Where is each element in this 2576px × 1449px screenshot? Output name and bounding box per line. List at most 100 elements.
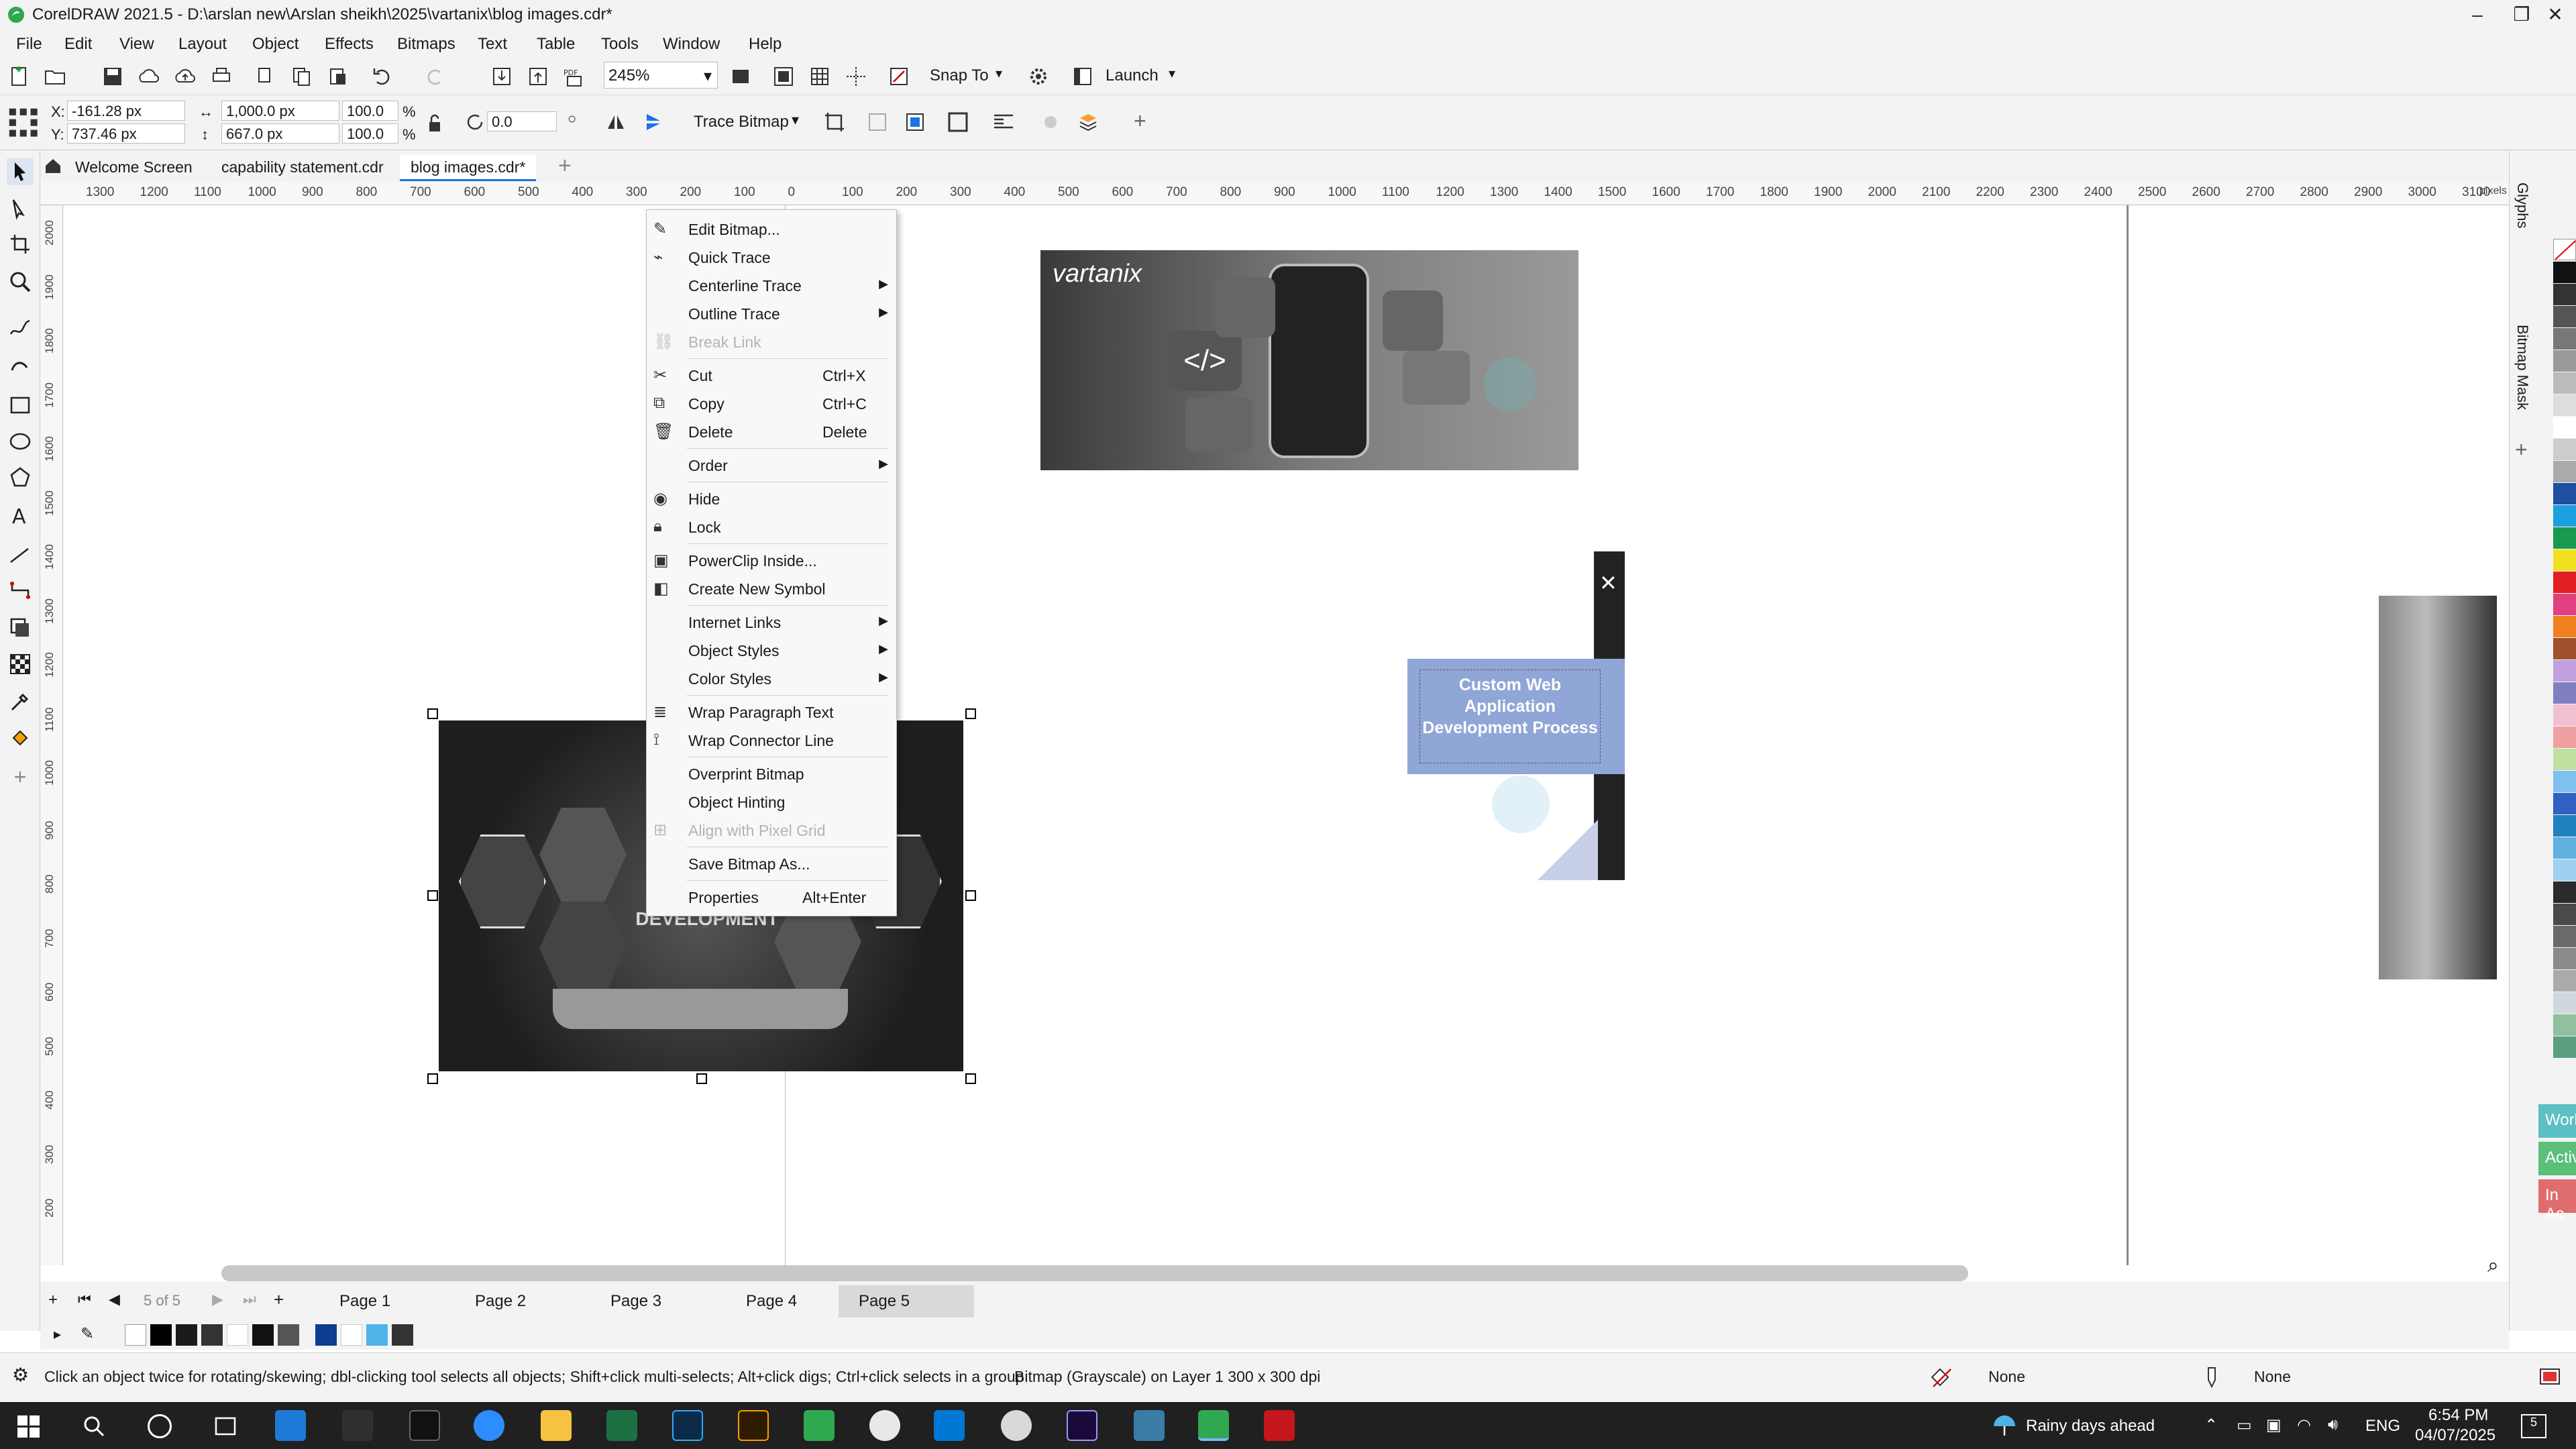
illustrator-app-icon[interactable] [738,1410,769,1441]
horizontal-scrollbar[interactable] [221,1265,1968,1281]
context-menu-item-object-styles[interactable]: Object Styles ▶ [647,637,896,665]
cloud-icon[interactable] [137,64,161,89]
clock-time[interactable]: 6:54 PM [2428,1406,2488,1425]
edge-app-icon[interactable] [275,1410,306,1441]
palette-swatch[interactable] [2553,926,2576,947]
selection-handle-mr[interactable] [965,890,976,901]
palette-swatch[interactable] [2553,660,2576,682]
menu-effects[interactable]: Effects [325,35,374,54]
crop-bitmap-icon[interactable] [822,110,847,134]
tray-display-icon[interactable]: ▣ [2266,1415,2282,1435]
menu-window[interactable]: Window [663,35,720,54]
page-tab-2[interactable]: Page 2 [455,1285,546,1318]
text-tool-icon[interactable]: A [7,502,34,529]
palette-swatch[interactable] [2553,638,2576,659]
palette-swatch[interactable] [2553,616,2576,637]
palette-swatch[interactable] [2553,904,2576,925]
volume-icon[interactable]: 🔊︎ [2328,1415,2338,1434]
add-page-after-icon[interactable]: + [274,1289,284,1310]
context-menu-item-quick-trace[interactable]: ⌁ Quick Trace [647,244,896,272]
cortana-icon[interactable] [148,1414,172,1438]
first-page-icon[interactable]: ⏮ [78,1291,91,1308]
width-field[interactable]: 1,000.0 px [221,101,339,121]
context-menu-item-overprint-bitmap[interactable]: Overprint Bitmap [647,760,896,788]
terminal-app-icon[interactable] [409,1410,440,1441]
palette-swatch[interactable] [2553,970,2576,991]
launch-icon[interactable] [1071,64,1095,89]
mirror-horizontal-icon[interactable] [604,110,628,134]
object-origin-icon[interactable] [5,105,40,140]
interactive-fill-icon[interactable] [7,724,34,751]
clock-date[interactable]: 04/07/2025 [2415,1426,2496,1445]
doc-swatch-mid[interactable] [278,1324,299,1346]
menu-bitmaps[interactable]: Bitmaps [397,35,455,54]
palette-swatch[interactable] [2553,527,2576,549]
zoom-tool-icon[interactable] [7,268,34,295]
palette-swatch[interactable] [2553,284,2576,305]
zoom-level-field[interactable]: 245% ▾ [604,62,718,89]
zoom-app-icon[interactable] [474,1410,504,1441]
show-guidelines-icon[interactable] [844,64,868,89]
next-page-icon[interactable]: ▶ [212,1291,223,1308]
height-field[interactable]: 667.0 px [221,123,339,144]
scale-height-field[interactable]: 100.0 [342,123,398,144]
pick-tool-icon[interactable] [7,158,34,185]
palette-swatch[interactable] [2553,948,2576,969]
menu-file[interactable]: File [16,35,42,54]
file-explorer-icon[interactable] [541,1410,572,1441]
chrome-app-icon[interactable] [869,1410,900,1441]
color-proof-icon[interactable] [2538,1365,2561,1388]
menu-edit[interactable]: Edit [64,35,92,54]
palette-swatch[interactable] [2553,1014,2576,1036]
search-icon[interactable] [82,1414,106,1438]
wrap-text-toolbar-icon[interactable] [991,110,1016,134]
lock-ratio-icon[interactable] [423,111,447,136]
palette-swatch[interactable] [2553,505,2576,527]
task-view-icon[interactable] [213,1415,237,1437]
palette-swatch[interactable] [2553,727,2576,748]
context-menu-item-lock[interactable]: 🔒︎ Lock [647,513,896,541]
artistic-media-icon[interactable] [7,352,34,378]
selection-handle-br[interactable] [965,1073,976,1084]
palette-swatch[interactable] [2553,859,2576,881]
minimize-button[interactable]: – [2455,0,2500,30]
palette-swatch[interactable] [2553,328,2576,350]
weather-text[interactable]: Rainy days ahead [2026,1417,2155,1436]
page-tab-4[interactable]: Page 4 [726,1285,817,1318]
swatch-none[interactable] [2553,239,2576,260]
page-tab-1[interactable]: Page 1 [319,1285,411,1318]
copy-toolbar-icon[interactable] [290,64,314,89]
palette-swatch[interactable] [2553,439,2576,460]
cut-toolbar-icon[interactable] [254,64,278,89]
publish-pdf-icon[interactable]: PDF [562,64,586,89]
edit-bitmap-toolbar-icon[interactable] [865,110,890,134]
language-indicator[interactable]: ENG [2365,1417,2400,1436]
palette-swatch[interactable] [2553,749,2576,770]
acrobat-app-icon[interactable] [1264,1410,1295,1441]
zoom-fit-icon[interactable]: ⌕ [2487,1254,2499,1277]
doc-swatch-black[interactable] [150,1324,172,1346]
options-gear-icon[interactable] [1026,64,1051,89]
vscode-app-icon[interactable] [934,1410,965,1441]
bitmap-frame-icon[interactable] [946,110,970,134]
home-icon[interactable] [43,156,63,176]
context-menu-item-object-hinting[interactable]: Object Hinting [647,788,896,816]
polygon-tool-icon[interactable] [7,464,34,491]
tab-blog-images[interactable]: blog images.cdr* [400,154,537,181]
drawing-canvas[interactable]: vartanix </> DEVELOPMENT ✕ Custom Web Ap… [63,205,2509,1265]
new-document-icon[interactable] [7,64,31,89]
eyedropper-tool-icon[interactable] [7,688,34,715]
crop-tool-icon[interactable] [7,231,34,258]
expand-palette-icon[interactable]: ▸ [54,1326,61,1343]
context-menu-item-color-styles[interactable]: Color Styles ▶ [647,665,896,693]
tray-camera-icon[interactable]: ▭ [2237,1415,2252,1435]
freehand-tool-icon[interactable] [7,314,34,341]
context-menu-item-powerclip-inside[interactable]: ▣ PowerClip Inside... [647,547,896,575]
palette-swatch[interactable] [2553,262,2576,283]
palette-swatch[interactable] [2553,881,2576,903]
palette-swatch[interactable] [2553,992,2576,1014]
fill-icon[interactable] [1929,1365,1953,1389]
palette-swatch[interactable] [2553,461,2576,482]
ellipse-tool-icon[interactable] [7,428,34,455]
palette-swatch[interactable] [2553,815,2576,837]
